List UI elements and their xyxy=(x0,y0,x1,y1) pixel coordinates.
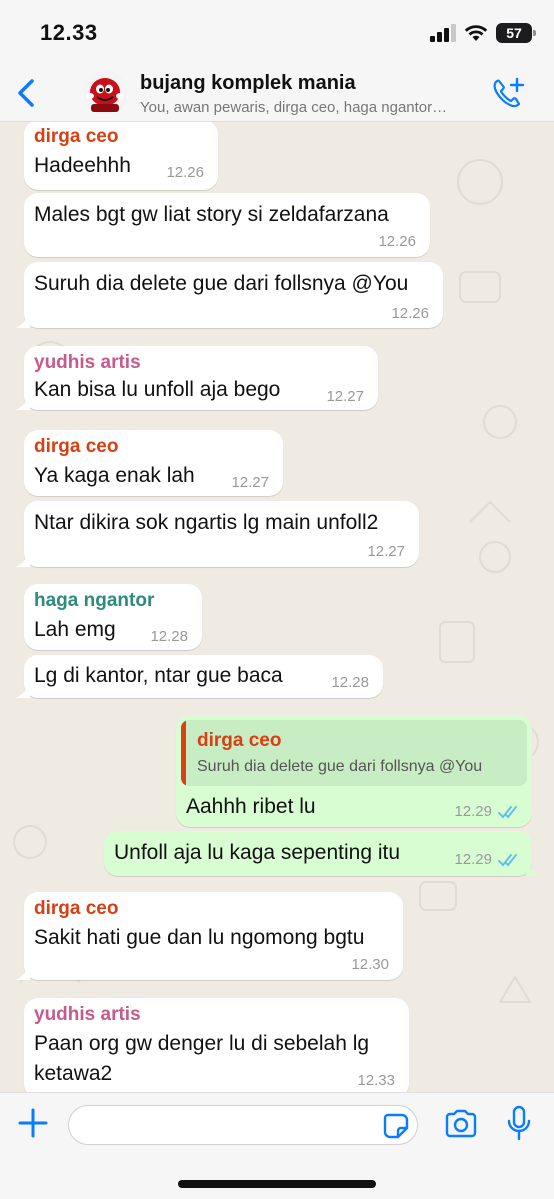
status-bar: 12.33 57 xyxy=(0,0,554,64)
add-call-icon xyxy=(493,77,525,108)
message-bubble[interactable]: Lg di kantor, ntar gue baca 12.28 xyxy=(16,655,383,698)
message-bubble[interactable]: dirga ceo Sakit hati gue dan lu ngomong … xyxy=(16,892,403,980)
plus-icon xyxy=(18,1108,48,1138)
chevron-left-icon xyxy=(18,79,34,107)
chat-area[interactable]: dirga ceo Hadeehhh 12.26 Males bgt gw li… xyxy=(0,122,554,1092)
bubble-tail xyxy=(16,966,30,980)
message-bubble[interactable]: Males bgt gw liat story si zeldafarzana … xyxy=(24,193,430,257)
message-text: Unfoll aja lu kaga sepenting itu xyxy=(114,841,401,864)
bubble-tail xyxy=(16,314,30,328)
read-ticks-icon xyxy=(498,806,517,819)
back-button[interactable] xyxy=(12,76,42,110)
message-time: 12.29 xyxy=(454,851,492,868)
home-indicator[interactable] xyxy=(178,1180,376,1188)
camera-icon xyxy=(445,1109,477,1138)
chat-header: bujang komplek mania You, awan pewaris, … xyxy=(0,64,554,122)
group-members[interactable]: You, awan pewaris, dirga ceo, haga ngant… xyxy=(140,99,485,116)
bubble-tail xyxy=(526,862,540,876)
message-text: Lah emg xyxy=(34,618,116,641)
message-time: 12.28 xyxy=(331,674,369,691)
message-sender: yudhis artis xyxy=(34,352,141,373)
message-bubble-outgoing[interactable]: Unfoll aja lu kaga sepenting itu 12.29 xyxy=(104,831,540,876)
microphone-button[interactable] xyxy=(506,1105,532,1143)
message-time: 12.29 xyxy=(454,803,492,820)
message-bubble[interactable]: Suruh dia delete gue dari follsnya @You … xyxy=(16,262,443,328)
wifi-icon xyxy=(464,25,488,41)
message-text: Paan org gw denger lu di sebelah lg xyxy=(34,1032,370,1055)
message-sender: dirga ceo xyxy=(34,898,119,919)
message-bubble[interactable]: yudhis artis Paan org gw denger lu di se… xyxy=(24,998,409,1092)
message-text: Suruh dia delete gue dari follsnya @You xyxy=(34,272,409,295)
microphone-icon xyxy=(507,1105,531,1141)
message-bubble[interactable]: Ntar dikira sok ngartis lg main unfoll2 … xyxy=(16,501,419,567)
message-time: 12.27 xyxy=(367,543,405,560)
add-call-button[interactable] xyxy=(490,76,526,110)
sticker-button[interactable] xyxy=(382,1112,410,1140)
message-text: Hadeehhh xyxy=(34,154,131,177)
message-time: 12.26 xyxy=(166,164,204,181)
message-time: 12.27 xyxy=(231,474,269,491)
message-sender: yudhis artis xyxy=(34,1004,141,1025)
message-text: Ya kaga enak lah xyxy=(34,464,195,487)
quote-text: Suruh dia delete gue dari follsnya @You xyxy=(197,758,483,775)
message-text: Aahhh ribet lu xyxy=(186,795,316,818)
message-text: Lg di kantor, ntar gue baca xyxy=(34,664,283,687)
message-bubble[interactable]: dirga ceo Hadeehhh 12.26 xyxy=(24,122,218,190)
signal-icon xyxy=(430,24,456,42)
quote-accent-bar xyxy=(181,720,186,786)
bubble-tail xyxy=(16,684,30,698)
message-time: 12.28 xyxy=(150,628,188,645)
attach-button[interactable] xyxy=(16,1106,50,1140)
message-sender: dirga ceo xyxy=(34,436,119,457)
message-bubble[interactable]: haga ngantor Lah emg 12.28 xyxy=(24,584,202,650)
message-bubble[interactable]: yudhis artis Kan bisa lu unfoll aja bego… xyxy=(16,346,378,410)
battery-indicator: 57 xyxy=(496,23,536,43)
quoted-message[interactable]: dirga ceo Suruh dia delete gue dari foll… xyxy=(181,720,527,786)
sticker-icon xyxy=(383,1113,409,1139)
message-sender: haga ngantor xyxy=(34,590,155,611)
group-avatar[interactable] xyxy=(82,70,128,116)
message-sender: dirga ceo xyxy=(34,126,119,147)
message-time: 12.33 xyxy=(357,1072,395,1089)
bubble-tail xyxy=(16,396,30,410)
message-time: 12.26 xyxy=(391,305,429,322)
bubble-tail xyxy=(16,553,30,567)
message-text: Males bgt gw liat story si zeldafarzana xyxy=(34,203,389,226)
camera-button[interactable] xyxy=(444,1109,478,1139)
status-time: 12.33 xyxy=(40,20,98,45)
message-text-line2: ketawa2 xyxy=(34,1062,113,1085)
message-bubble[interactable]: dirga ceo Ya kaga enak lah 12.27 xyxy=(24,430,283,496)
status-icons: 57 xyxy=(430,20,536,46)
message-text: Ntar dikira sok ngartis lg main unfoll2 xyxy=(34,511,379,534)
message-text: Kan bisa lu unfoll aja bego xyxy=(34,378,281,401)
message-input[interactable] xyxy=(68,1105,418,1145)
message-text: Sakit hati gue dan lu ngomong bgtu xyxy=(34,926,365,949)
group-name[interactable]: bujang komplek mania xyxy=(140,72,356,95)
message-time: 12.26 xyxy=(378,233,416,250)
message-time: 12.27 xyxy=(326,388,364,405)
message-time: 12.30 xyxy=(351,956,389,973)
read-ticks-icon xyxy=(498,854,517,867)
quote-sender: dirga ceo xyxy=(197,730,282,751)
message-bubble-outgoing[interactable]: dirga ceo Suruh dia delete gue dari foll… xyxy=(176,715,532,827)
